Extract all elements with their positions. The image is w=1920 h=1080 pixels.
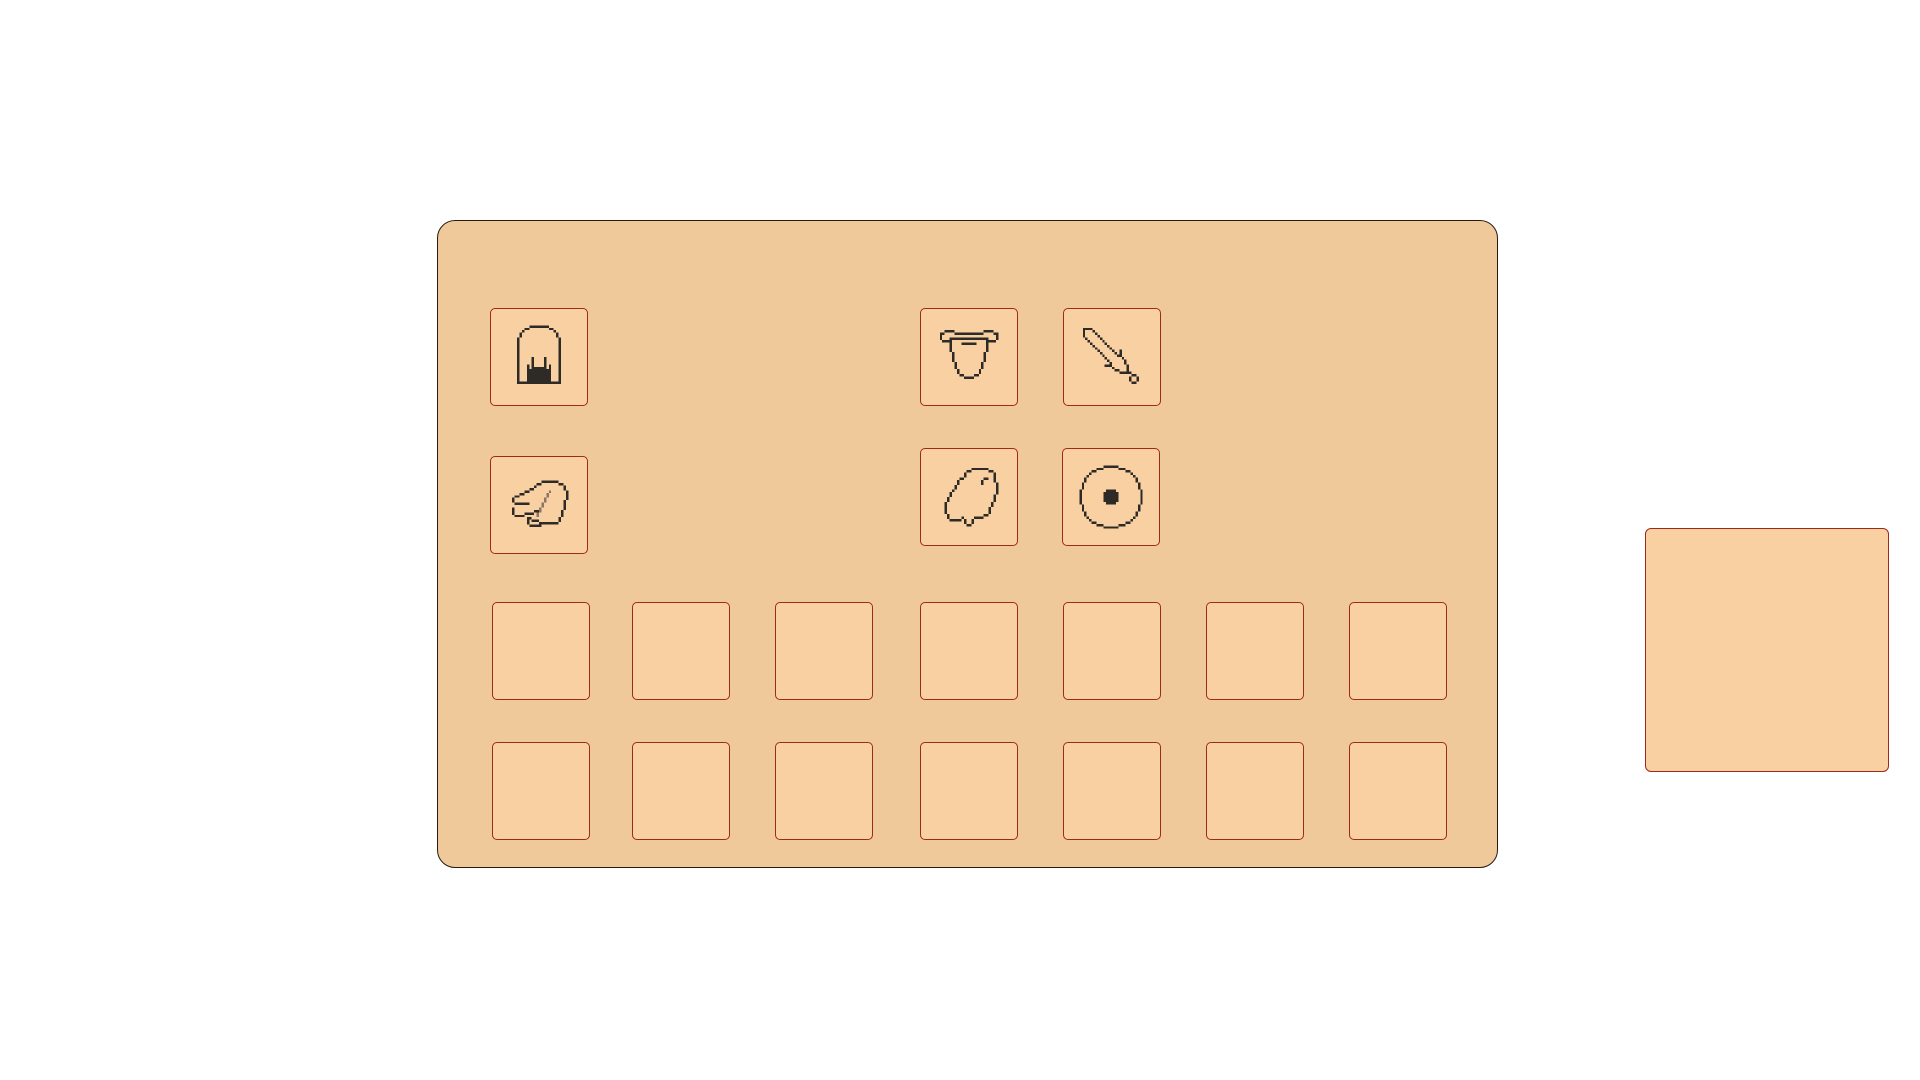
character-preview xyxy=(1645,528,1889,772)
glove-icon xyxy=(944,467,999,527)
game-screen xyxy=(0,0,1920,1080)
inventory-slot[interactable] xyxy=(920,742,1018,840)
chest-armor-icon xyxy=(939,330,999,379)
inventory-slot[interactable] xyxy=(1349,742,1447,840)
round-shield-icon xyxy=(1079,465,1143,529)
equip-slot-helmet[interactable] xyxy=(490,308,588,406)
inventory-slot[interactable] xyxy=(920,602,1018,700)
helmet-icon xyxy=(517,325,561,384)
inventory-slot[interactable] xyxy=(632,742,730,840)
inventory-slot[interactable] xyxy=(1206,742,1304,840)
equip-slot-boots[interactable] xyxy=(490,456,588,554)
inventory-slot[interactable] xyxy=(775,742,873,840)
equip-slot-gloves[interactable] xyxy=(920,448,1018,546)
inventory-slot[interactable] xyxy=(492,742,590,840)
inventory-slot[interactable] xyxy=(492,602,590,700)
inventory-slot[interactable] xyxy=(1206,602,1304,700)
inventory-panel xyxy=(437,220,1889,868)
inventory-slot[interactable] xyxy=(775,602,873,700)
inventory-slot[interactable] xyxy=(1063,602,1161,700)
inventory-slot[interactable] xyxy=(1349,602,1447,700)
inventory-slot[interactable] xyxy=(632,602,730,700)
equip-slot-armor[interactable] xyxy=(920,308,1018,406)
inventory-slot[interactable] xyxy=(1063,742,1161,840)
sword-icon xyxy=(1082,327,1139,384)
equip-slot-weapon[interactable] xyxy=(1063,308,1161,406)
boots-icon xyxy=(512,480,569,527)
equip-slot-shield[interactable] xyxy=(1062,448,1160,546)
